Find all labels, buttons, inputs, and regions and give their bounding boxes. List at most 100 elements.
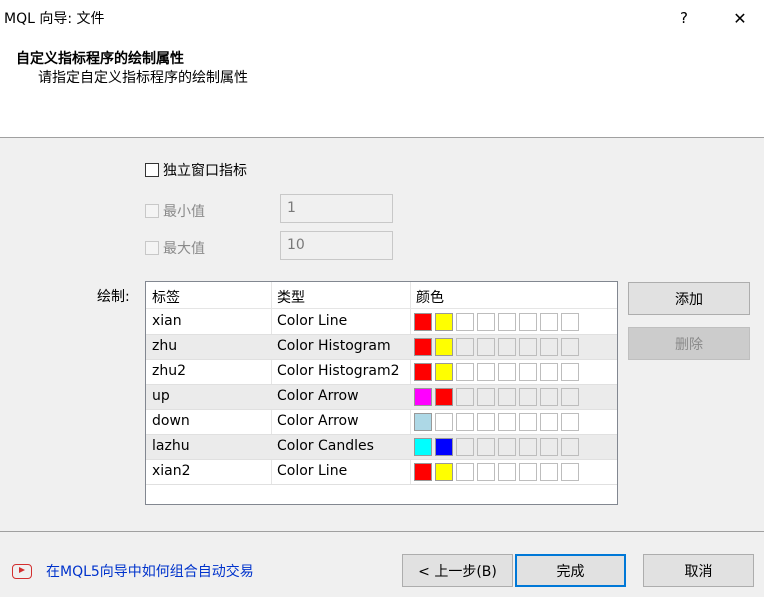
color-swatch[interactable]: [519, 413, 537, 431]
plot-type-cell: Color Line: [277, 463, 348, 479]
color-swatch[interactable]: [414, 363, 432, 381]
color-swatch[interactable]: [519, 313, 537, 331]
color-swatch[interactable]: [561, 413, 579, 431]
color-swatch[interactable]: [540, 463, 558, 481]
color-swatch[interactable]: [561, 363, 579, 381]
color-swatch[interactable]: [414, 463, 432, 481]
color-swatch[interactable]: [456, 413, 474, 431]
color-swatch[interactable]: [414, 388, 432, 406]
delete-button: 删除: [628, 327, 750, 360]
wizard-header: 自定义指标程序的绘制属性 请指定自定义指标程序的绘制属性: [0, 36, 764, 138]
page-subtitle: 请指定自定义指标程序的绘制属性: [38, 70, 248, 86]
color-swatch[interactable]: [561, 463, 579, 481]
plot-label-cell: zhu2: [152, 363, 187, 379]
column-header-color[interactable]: 颜色: [416, 287, 444, 307]
plot-label-cell: xian2: [152, 463, 191, 479]
color-swatch[interactable]: [540, 338, 558, 356]
footer-divider: [0, 531, 764, 532]
color-swatch[interactable]: [435, 438, 453, 456]
help-button[interactable]: ?: [664, 4, 704, 32]
color-swatch[interactable]: [498, 363, 516, 381]
color-swatch[interactable]: [519, 388, 537, 406]
plot-label-cell: zhu: [152, 338, 178, 354]
column-header-type[interactable]: 类型: [277, 287, 305, 307]
table-row[interactable]: zhu2 Color Histogram2: [146, 360, 617, 385]
color-swatch[interactable]: [519, 338, 537, 356]
table-row[interactable]: zhu Color Histogram: [146, 335, 617, 360]
color-swatch[interactable]: [519, 438, 537, 456]
color-swatch[interactable]: [519, 463, 537, 481]
color-swatch[interactable]: [414, 338, 432, 356]
color-swatch[interactable]: [477, 388, 495, 406]
help-link[interactable]: 在MQL5向导中如何组合自动交易: [12, 561, 254, 581]
title-bar: MQL 向导: 文件 ? ✕: [0, 0, 764, 36]
maximum-label: 最大值: [163, 241, 205, 257]
color-swatches: [414, 413, 579, 431]
color-swatch[interactable]: [498, 338, 516, 356]
color-swatches: [414, 313, 579, 331]
color-swatches: [414, 463, 579, 481]
finish-button[interactable]: 完成: [515, 554, 626, 587]
color-swatch[interactable]: [498, 313, 516, 331]
color-swatch[interactable]: [519, 363, 537, 381]
color-swatch[interactable]: [498, 388, 516, 406]
color-swatches: [414, 388, 579, 406]
plot-label-cell: up: [152, 388, 170, 404]
color-swatch[interactable]: [456, 463, 474, 481]
color-swatch[interactable]: [477, 363, 495, 381]
plots-list[interactable]: 标签 类型 颜色 xian Color Line zhu Color Histogra…: [145, 281, 618, 505]
color-swatch[interactable]: [477, 338, 495, 356]
color-swatch[interactable]: [414, 413, 432, 431]
color-swatch[interactable]: [561, 313, 579, 331]
color-swatch[interactable]: [498, 413, 516, 431]
color-swatch[interactable]: [477, 463, 495, 481]
separate-window-option[interactable]: 独立窗口指标: [145, 160, 247, 180]
help-link-text[interactable]: 在MQL5向导中如何组合自动交易: [46, 561, 254, 581]
close-button[interactable]: ✕: [720, 4, 760, 32]
color-swatch[interactable]: [540, 413, 558, 431]
color-swatch[interactable]: [456, 363, 474, 381]
minimum-field: 1: [280, 194, 393, 223]
minimum-label: 最小值: [163, 204, 205, 220]
color-swatch[interactable]: [561, 338, 579, 356]
color-swatch[interactable]: [477, 313, 495, 331]
table-row[interactable]: xian Color Line: [146, 310, 617, 335]
color-swatch[interactable]: [435, 388, 453, 406]
color-swatch[interactable]: [561, 438, 579, 456]
color-swatch[interactable]: [498, 438, 516, 456]
color-swatch[interactable]: [498, 463, 516, 481]
color-swatch[interactable]: [540, 363, 558, 381]
table-row[interactable]: xian2 Color Line: [146, 460, 617, 485]
color-swatch[interactable]: [456, 338, 474, 356]
color-swatch[interactable]: [456, 313, 474, 331]
color-swatch[interactable]: [435, 413, 453, 431]
plot-type-cell: Color Histogram: [277, 338, 391, 354]
plot-label-cell: lazhu: [152, 438, 190, 454]
color-swatch[interactable]: [540, 438, 558, 456]
separate-window-checkbox[interactable]: [145, 163, 159, 177]
add-button[interactable]: 添加: [628, 282, 750, 315]
cancel-button[interactable]: 取消: [643, 554, 754, 587]
color-swatch[interactable]: [561, 388, 579, 406]
color-swatch[interactable]: [477, 413, 495, 431]
minimum-checkbox: [145, 204, 159, 218]
color-swatch[interactable]: [435, 313, 453, 331]
table-row[interactable]: down Color Arrow: [146, 410, 617, 435]
color-swatch[interactable]: [540, 388, 558, 406]
color-swatch[interactable]: [540, 313, 558, 331]
table-row[interactable]: lazhu Color Candles: [146, 435, 617, 460]
color-swatch[interactable]: [435, 463, 453, 481]
color-swatch[interactable]: [456, 438, 474, 456]
plot-type-cell: Color Arrow: [277, 413, 359, 429]
color-swatches: [414, 363, 579, 381]
back-button[interactable]: < 上一步(B): [402, 554, 513, 587]
column-header-label[interactable]: 标签: [152, 287, 180, 307]
color-swatch[interactable]: [456, 388, 474, 406]
table-row[interactable]: up Color Arrow: [146, 385, 617, 410]
color-swatch[interactable]: [414, 438, 432, 456]
color-swatch[interactable]: [435, 338, 453, 356]
color-swatch[interactable]: [435, 363, 453, 381]
color-swatch[interactable]: [414, 313, 432, 331]
color-swatch[interactable]: [477, 438, 495, 456]
plot-type-cell: Color Candles: [277, 438, 374, 454]
